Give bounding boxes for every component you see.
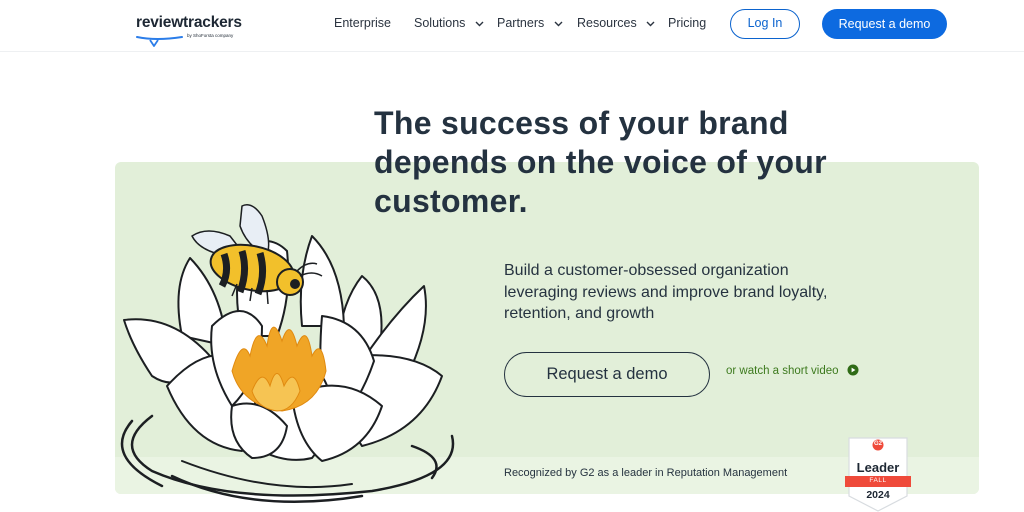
bee-on-lotus-illustration	[120, 204, 455, 504]
g2-recognition-text: Recognized by G2 as a leader in Reputati…	[504, 467, 788, 479]
nav-enterprise[interactable]: Enterprise	[334, 16, 391, 30]
play-circle-icon	[847, 364, 859, 376]
nav-resources-label: Resources	[577, 16, 637, 30]
subtext-line-1: Build a customer-obsessed organization	[504, 262, 789, 279]
nav-pricing-label: Pricing	[668, 16, 707, 30]
nav-solutions[interactable]: Solutions	[414, 16, 484, 30]
watch-video-label: or watch a short video	[726, 365, 839, 377]
login-button[interactable]: Log In	[730, 9, 800, 39]
logo-wordmark: reviewtrackers	[136, 14, 242, 31]
headline-line-1: The success of your brand	[374, 105, 789, 141]
logo-swoosh-icon	[136, 36, 183, 47]
g2-logo-text: G2	[873, 441, 882, 447]
logo-subtext: by ShoForsta company	[187, 33, 234, 38]
badge-season: FALL	[869, 477, 887, 484]
badge-title: Leader	[856, 460, 900, 475]
chevron-down-icon	[646, 21, 655, 27]
g2-leader-badge: G2 Leader FALL 2024	[845, 436, 911, 512]
hero-subtext: Build a customer-obsessed organization l…	[504, 260, 924, 325]
nav-pricing[interactable]: Pricing	[668, 16, 706, 30]
headline-line-2: depends on the voice of your	[374, 144, 827, 180]
watch-video-link[interactable]: or watch a short video	[726, 364, 859, 377]
site-header: reviewtrackers by ShoForsta company Ente…	[0, 0, 1024, 52]
chevron-down-icon	[554, 21, 563, 27]
request-demo-header-button[interactable]: Request a demo	[822, 9, 947, 39]
subtext-line-3: retention, and growth	[504, 305, 655, 322]
nav-partners-label: Partners	[497, 16, 545, 30]
badge-year: 2024	[866, 489, 890, 501]
headline-line-3: customer.	[374, 183, 528, 219]
nav-solutions-label: Solutions	[414, 16, 466, 30]
hero-headline: The success of your brand depends on the…	[374, 104, 934, 221]
request-demo-hero-button[interactable]: Request a demo	[504, 352, 710, 397]
subtext-line-2: leveraging reviews and improve brand loy…	[504, 283, 828, 301]
nav-enterprise-label: Enterprise	[334, 16, 391, 30]
reviewtrackers-logo[interactable]: reviewtrackers by ShoForsta company	[136, 12, 246, 47]
nav-resources[interactable]: Resources	[577, 16, 655, 30]
chevron-down-icon	[475, 21, 484, 27]
nav-partners[interactable]: Partners	[497, 16, 563, 30]
